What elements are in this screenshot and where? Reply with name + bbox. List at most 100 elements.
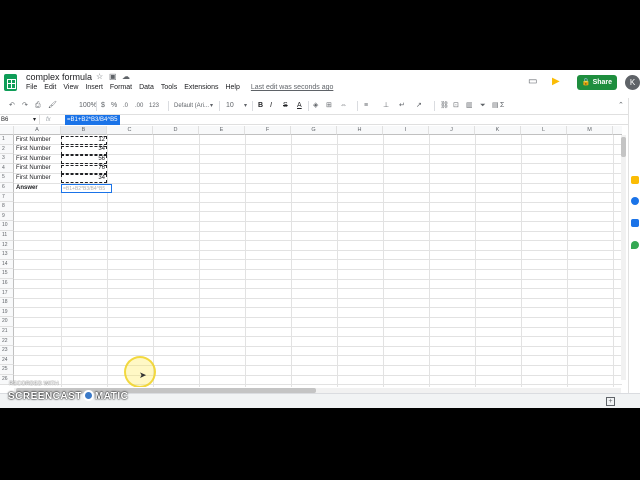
paint-format-icon[interactable]: 🖌 — [48, 99, 57, 113]
formula-input[interactable]: =B1+B2*B3/B4^B5 — [65, 115, 120, 125]
row-header-9[interactable]: 9 — [0, 211, 14, 222]
column-header-m[interactable]: M — [567, 126, 613, 135]
menu-edit[interactable]: Edit — [44, 84, 56, 91]
bold-button[interactable]: B — [258, 99, 263, 113]
cell-b5[interactable]: 34 — [62, 174, 105, 184]
row-header-23[interactable]: 23 — [0, 346, 14, 356]
column-header-h[interactable]: H — [337, 126, 383, 135]
merge-cells-icon[interactable]: ⇔ — [340, 99, 347, 113]
cloud-status-icon[interactable]: ☁ — [122, 72, 130, 81]
insert-comment-icon[interactable]: ⊡ — [453, 99, 459, 113]
column-header-g[interactable]: G — [291, 126, 337, 135]
redo-icon[interactable]: ↷ — [22, 99, 28, 113]
row-header-17[interactable]: 17 — [0, 288, 14, 299]
text-color-button[interactable]: A — [297, 99, 302, 113]
strikethrough-button[interactable]: S — [283, 99, 288, 113]
row-header-13[interactable]: 13 — [0, 250, 14, 260]
keep-icon[interactable] — [631, 176, 639, 184]
move-folder-icon[interactable]: ▣ — [109, 72, 117, 81]
meet-icon[interactable]: ▶ — [552, 76, 560, 87]
row-header-21[interactable]: 21 — [0, 327, 14, 337]
column-header-i[interactable]: I — [383, 126, 429, 135]
undo-icon[interactable]: ↶ — [9, 99, 15, 113]
cell-b1[interactable]: 12 — [62, 136, 105, 146]
explore-icon[interactable]: + — [606, 397, 615, 406]
column-header-k[interactable]: K — [475, 126, 521, 135]
cell-a6[interactable]: Answer — [16, 184, 38, 194]
row-header-7[interactable]: 7 — [0, 192, 14, 203]
column-header-b[interactable]: B — [61, 126, 107, 135]
row-header-3[interactable]: 3 — [0, 154, 14, 164]
row-header-15[interactable]: 15 — [0, 269, 14, 279]
insert-chart-icon[interactable]: ▥ — [466, 99, 473, 113]
column-header-n[interactable] — [613, 126, 622, 135]
tasks-icon[interactable] — [631, 197, 639, 205]
menu-tools[interactable]: Tools — [161, 84, 177, 91]
cell-a5[interactable]: First Number — [16, 174, 51, 184]
row-header-10[interactable]: 10 — [0, 221, 14, 231]
borders-icon[interactable]: ⊞ — [326, 99, 332, 113]
row-header-16[interactable]: 16 — [0, 279, 14, 289]
menu-data[interactable]: Data — [139, 84, 154, 91]
row-header-22[interactable]: 22 — [0, 336, 14, 347]
cell-b4[interactable]: 76 — [62, 164, 105, 174]
functions-button[interactable]: Σ — [500, 99, 504, 113]
document-title[interactable]: complex formula — [26, 72, 92, 82]
select-all-corner[interactable] — [0, 126, 14, 135]
vertical-scrollbar[interactable] — [621, 135, 626, 380]
collapse-toolbar-icon[interactable]: ⌃ — [618, 99, 624, 113]
row-header-6[interactable]: 6 — [0, 183, 14, 193]
fill-color-icon[interactable]: ◈ — [313, 99, 318, 113]
column-header-f[interactable]: F — [245, 126, 291, 135]
row-header-12[interactable]: 12 — [0, 240, 14, 251]
cell-a1[interactable]: First Number — [16, 136, 51, 146]
row-header-14[interactable]: 14 — [0, 259, 14, 270]
row-header-20[interactable]: 20 — [0, 317, 14, 327]
insert-link-icon[interactable]: ⛓ — [440, 99, 449, 113]
font-size-select[interactable]: 10 — [226, 99, 234, 113]
row-header-11[interactable]: 11 — [0, 231, 14, 241]
text-wrap-icon[interactable]: ↵ — [399, 99, 405, 113]
star-icon[interactable]: ☆ — [96, 72, 103, 81]
cell-b2[interactable]: 34 — [62, 145, 105, 155]
font-select[interactable]: Default (Ari... — [174, 99, 209, 113]
horizontal-align-icon[interactable]: ≡ — [364, 99, 368, 113]
vertical-align-icon[interactable]: ⊥ — [383, 99, 389, 113]
menu-insert[interactable]: Insert — [85, 84, 103, 91]
row-header-18[interactable]: 18 — [0, 298, 14, 308]
print-icon[interactable]: ⎙ — [35, 99, 41, 113]
menu-help[interactable]: Help — [225, 84, 239, 91]
menu-extensions[interactable]: Extensions — [184, 84, 218, 91]
column-header-a[interactable]: A — [14, 126, 61, 135]
contacts-icon[interactable] — [631, 219, 639, 227]
scrollbar-thumb[interactable] — [621, 137, 626, 157]
row-header-5[interactable]: 5 — [0, 173, 14, 183]
sheet-grid[interactable]: A B C D E F G H I J K L M 1 2 3 4 5 6 7 8 9 10 11 1… — [0, 126, 622, 387]
chevron-down-icon[interactable]: ▾ — [210, 99, 213, 113]
filter-views-icon[interactable]: ▤ — [492, 99, 499, 113]
row-header-25[interactable]: 25 — [0, 365, 14, 375]
row-header-8[interactable]: 8 — [0, 202, 14, 212]
cell-b3[interactable]: 56 — [62, 155, 105, 165]
column-header-j[interactable]: J — [429, 126, 475, 135]
filter-icon[interactable]: ⏷ — [480, 99, 486, 113]
share-button[interactable]: 🔒 Share — [577, 75, 617, 90]
maps-icon[interactable] — [631, 241, 639, 249]
currency-button[interactable]: $ — [101, 99, 105, 113]
column-header-c[interactable]: C — [107, 126, 153, 135]
percent-button[interactable]: % — [111, 99, 117, 113]
menu-file[interactable]: File — [26, 84, 37, 91]
cell-a2[interactable]: First Number — [16, 145, 51, 155]
more-formats-button[interactable]: 123 — [149, 99, 159, 113]
decrease-decimal-button[interactable]: .0 — [123, 99, 128, 113]
column-header-d[interactable]: D — [153, 126, 199, 135]
row-header-4[interactable]: 4 — [0, 163, 14, 174]
row-header-24[interactable]: 24 — [0, 355, 14, 366]
zoom-select[interactable]: 100% — [79, 99, 97, 113]
last-edit-link[interactable]: Last edit was seconds ago — [251, 84, 334, 91]
column-header-e[interactable]: E — [199, 126, 245, 135]
menu-format[interactable]: Format — [110, 84, 132, 91]
cell-a3[interactable]: First Number — [16, 155, 51, 165]
name-box[interactable]: B6 ▾ — [0, 115, 40, 125]
chevron-down-icon[interactable]: ▾ — [244, 99, 247, 113]
